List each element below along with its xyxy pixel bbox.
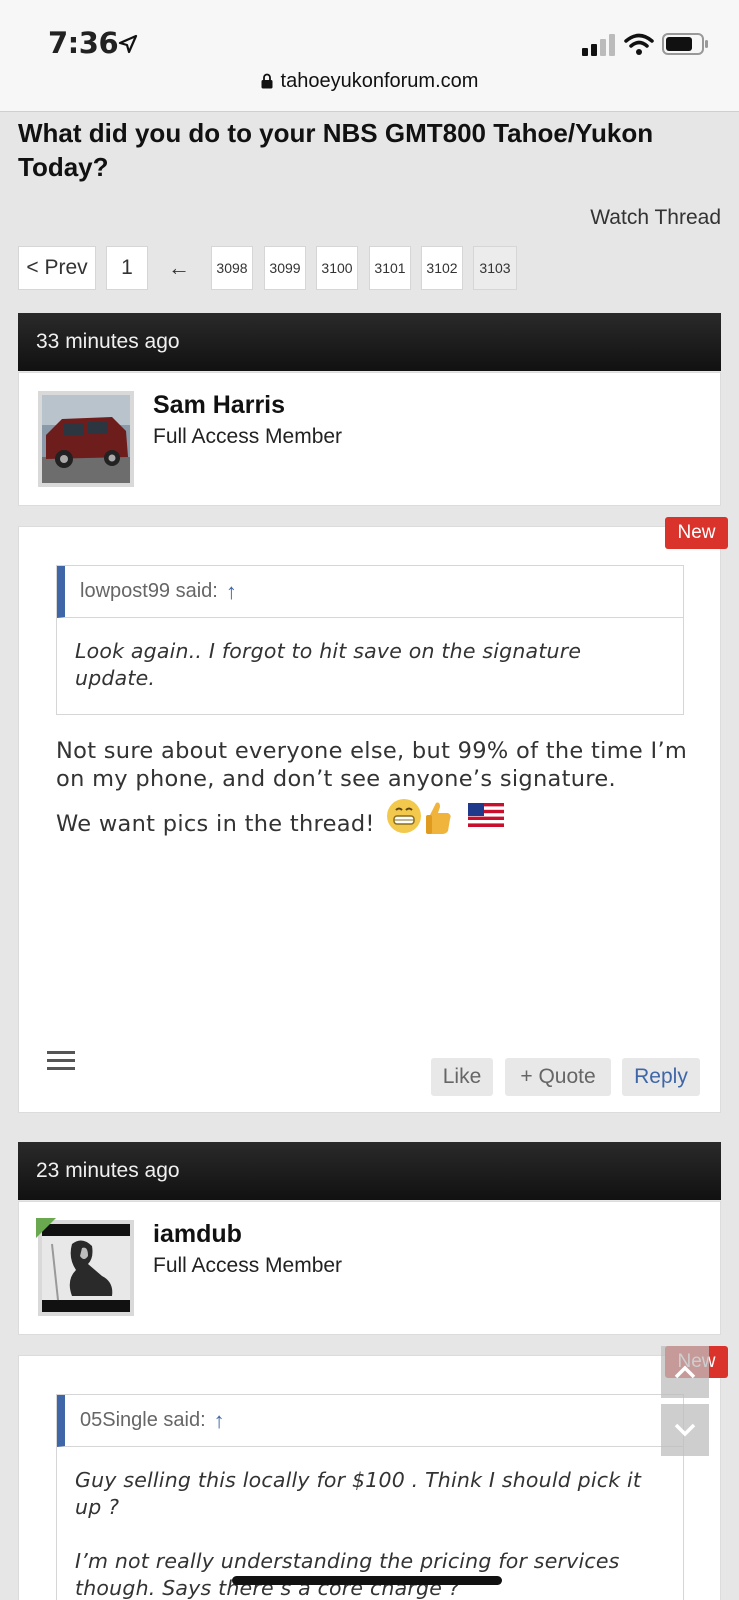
quote-text-line: Guy selling this locally for $100 . Thin… bbox=[75, 1468, 642, 1519]
page-link[interactable]: 3102 bbox=[421, 246, 463, 290]
post-body: lowpost99 said: ↑ Look again.. I forgot … bbox=[18, 526, 721, 1113]
chevron-down-icon bbox=[674, 1423, 696, 1437]
post-message: Not sure about everyone else, but 99% of… bbox=[56, 737, 696, 838]
page-link-first[interactable]: 1 bbox=[106, 246, 148, 290]
quote-block: 05Single said: ↑ Guy selling this locall… bbox=[56, 1394, 684, 1600]
arrow-up-icon[interactable]: ↑ bbox=[226, 579, 237, 605]
left-arrow-icon[interactable]: ← bbox=[158, 246, 200, 290]
message-text: Not sure about everyone else, but 99% of… bbox=[56, 738, 688, 792]
post-author-card: iamdub Full Access Member bbox=[18, 1201, 721, 1335]
battery-icon bbox=[662, 33, 708, 55]
author-role: Full Access Member bbox=[153, 1254, 343, 1277]
author-name[interactable]: iamdub bbox=[153, 1220, 242, 1249]
wifi-icon bbox=[624, 33, 654, 55]
lock-icon bbox=[261, 73, 273, 89]
post-time[interactable]: 23 minutes ago bbox=[36, 1159, 180, 1183]
quote-button[interactable]: + Quote bbox=[505, 1058, 611, 1096]
home-indicator[interactable] bbox=[232, 1576, 502, 1585]
quote-text-line: I’m not really understanding the pricing… bbox=[75, 1549, 620, 1600]
author-name[interactable]: Sam Harris bbox=[153, 391, 285, 420]
scroll-up-button[interactable] bbox=[661, 1346, 709, 1398]
new-badge: New bbox=[665, 517, 728, 549]
url-text: tahoeyukonforum.com bbox=[280, 70, 479, 92]
emoji-grin-thumbs-flag-icon bbox=[387, 799, 505, 834]
post-menu-icon[interactable] bbox=[47, 1051, 75, 1071]
like-button[interactable]: Like bbox=[431, 1058, 493, 1096]
browser-top-bar: 7:36 tahoeyukonforum.com bbox=[0, 0, 739, 112]
cellular-signal-icon bbox=[582, 34, 615, 56]
quote-text: Look again.. I forgot to hit save on the… bbox=[75, 639, 582, 690]
avatar-image bbox=[42, 395, 130, 483]
status-time: 7:36 bbox=[48, 26, 119, 60]
page-link[interactable]: 3098 bbox=[211, 246, 253, 290]
reply-button[interactable]: Reply bbox=[622, 1058, 700, 1096]
message-text: We want pics in the thread! bbox=[56, 811, 375, 837]
author-role: Full Access Member bbox=[153, 425, 343, 448]
page-link[interactable]: 3099 bbox=[264, 246, 306, 290]
online-indicator bbox=[36, 1218, 56, 1238]
location-arrow-icon bbox=[118, 34, 138, 54]
page-link-current[interactable]: 3103 bbox=[473, 246, 517, 290]
page-link[interactable]: 3101 bbox=[369, 246, 411, 290]
quote-header[interactable]: lowpost99 said: ↑ bbox=[57, 566, 683, 618]
post-body: 05Single said: ↑ Guy selling this locall… bbox=[18, 1355, 721, 1600]
post-timestamp-bar: 23 minutes ago bbox=[18, 1142, 721, 1200]
arrow-up-icon[interactable]: ↑ bbox=[214, 1408, 225, 1434]
page-link[interactable]: 3100 bbox=[316, 246, 358, 290]
quote-block: lowpost99 said: ↑ Look again.. I forgot … bbox=[56, 565, 684, 715]
prev-page-button[interactable]: < Prev bbox=[18, 246, 96, 290]
post-timestamp-bar: 33 minutes ago bbox=[18, 313, 721, 371]
avatar[interactable] bbox=[38, 391, 134, 487]
quote-header[interactable]: 05Single said: ↑ bbox=[57, 1395, 683, 1447]
quote-author: lowpost99 said: bbox=[80, 580, 218, 602]
post-author-card: Sam Harris Full Access Member bbox=[18, 372, 721, 506]
scroll-down-button[interactable] bbox=[661, 1404, 709, 1456]
post-time[interactable]: 33 minutes ago bbox=[36, 330, 180, 354]
thread-title: What did you do to your NBS GMT800 Tahoe… bbox=[18, 118, 654, 182]
chevron-up-icon bbox=[674, 1365, 696, 1379]
address-bar[interactable]: tahoeyukonforum.com bbox=[0, 70, 739, 93]
watch-thread-link[interactable]: Watch Thread bbox=[590, 206, 721, 230]
quote-author: 05Single said: bbox=[80, 1409, 206, 1431]
